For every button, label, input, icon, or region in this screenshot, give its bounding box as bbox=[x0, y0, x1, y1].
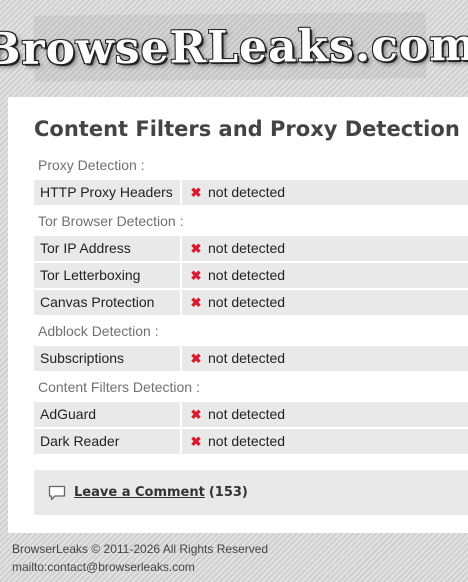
row-status: ✖ not detected bbox=[182, 263, 468, 288]
row-label: Canvas Protection bbox=[34, 290, 180, 315]
row-status: ✖ not detected bbox=[182, 402, 468, 427]
footer-copyright: BrowserLeaks © 2011-2026 All Rights Rese… bbox=[12, 542, 269, 556]
comment-bar: Leave a Comment (153) bbox=[34, 470, 468, 515]
table-row: Dark Reader ✖ not detected bbox=[34, 429, 468, 454]
page-title: Content Filters and Proxy Detection bbox=[34, 117, 460, 141]
row-label: AdGuard bbox=[34, 402, 180, 427]
status-text: not detected bbox=[208, 294, 286, 310]
table-row: Tor Letterboxing ✖ not detected bbox=[34, 263, 468, 288]
table-row: Tor IP Address ✖ not detected bbox=[34, 236, 468, 261]
status-text: not detected bbox=[208, 240, 286, 256]
row-status: ✖ not detected bbox=[182, 429, 468, 454]
row-label: Tor Letterboxing bbox=[34, 263, 180, 288]
row-status: ✖ not detected bbox=[182, 346, 468, 371]
x-icon: ✖ bbox=[190, 407, 202, 422]
x-icon: ✖ bbox=[190, 268, 202, 283]
row-label: HTTP Proxy Headers bbox=[34, 180, 180, 205]
x-icon: ✖ bbox=[190, 351, 202, 366]
status-text: not detected bbox=[208, 406, 286, 422]
row-status: ✖ not detected bbox=[182, 290, 468, 315]
section-header-proxy: Proxy Detection : bbox=[38, 157, 145, 173]
section-header-tor: Tor Browser Detection : bbox=[38, 213, 184, 229]
row-label: Subscriptions bbox=[34, 346, 180, 371]
footer: BrowserLeaks © 2011-2026 All Rights Rese… bbox=[12, 540, 268, 576]
x-icon: ✖ bbox=[190, 241, 202, 256]
footer-contact-link[interactable]: mailto:contact@browserleaks.com bbox=[12, 558, 268, 576]
main-content: Content Filters and Proxy Detection Prox… bbox=[8, 97, 468, 533]
row-status: ✖ not detected bbox=[182, 236, 468, 261]
status-text: not detected bbox=[208, 267, 286, 283]
x-icon: ✖ bbox=[190, 295, 202, 310]
section-header-adblock: Adblock Detection : bbox=[38, 323, 159, 339]
comment-icon bbox=[48, 485, 66, 500]
leave-comment-link[interactable]: Leave a Comment bbox=[74, 485, 205, 500]
status-text: not detected bbox=[208, 350, 286, 366]
row-label: Dark Reader bbox=[34, 429, 180, 454]
status-text: not detected bbox=[208, 184, 286, 200]
row-label: Tor IP Address bbox=[34, 236, 180, 261]
table-row: HTTP Proxy Headers ✖ not detected bbox=[34, 180, 468, 205]
table-row: Canvas Protection ✖ not detected bbox=[34, 290, 468, 315]
table-row: AdGuard ✖ not detected bbox=[34, 402, 468, 427]
x-icon: ✖ bbox=[190, 434, 202, 449]
x-icon: ✖ bbox=[190, 185, 202, 200]
status-text: not detected bbox=[208, 433, 286, 449]
table-row: Subscriptions ✖ not detected bbox=[34, 346, 468, 371]
site-logo[interactable]: BrowseRLeaks.com bbox=[0, 12, 468, 82]
section-header-content-filters: Content Filters Detection : bbox=[38, 379, 200, 395]
row-status: ✖ not detected bbox=[182, 180, 468, 205]
comment-count: (153) bbox=[208, 485, 248, 500]
